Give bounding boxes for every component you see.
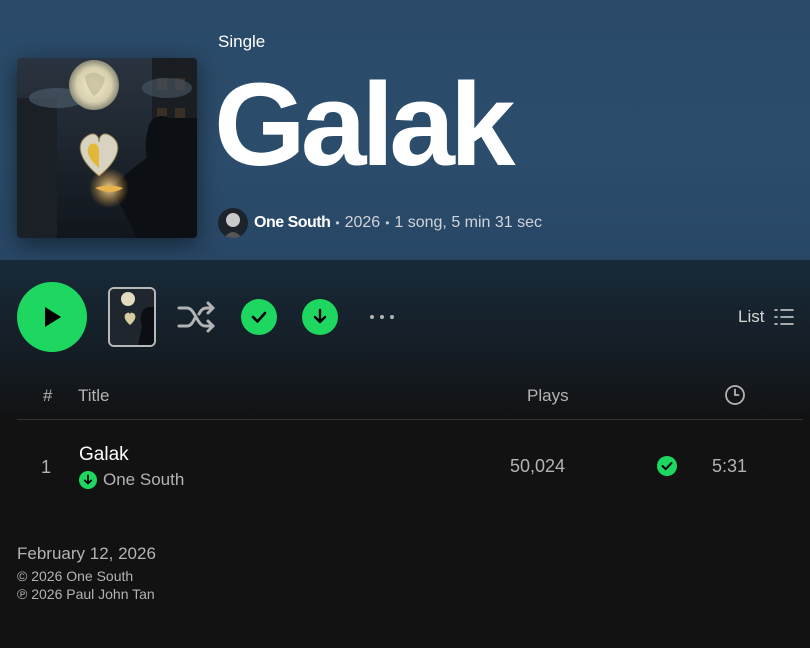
column-title: Title (78, 386, 110, 405)
album-title: Galak (214, 59, 515, 191)
album-meta: One South • 2026 • 1 song, 5 min 31 sec (218, 208, 542, 238)
action-bar: List (0, 280, 810, 356)
track-artist[interactable]: One South (103, 470, 184, 490)
separator-dot: • (385, 216, 390, 230)
artist-avatar[interactable] (218, 208, 248, 238)
view-toggle-button[interactable]: List (738, 304, 795, 330)
more-options-button[interactable] (362, 302, 402, 332)
track-plays: 50,024 (510, 456, 566, 476)
more-icon-dot (390, 315, 394, 319)
column-plays: Plays (527, 386, 569, 405)
tracklist-header: # Title Plays (17, 380, 803, 420)
track-artist-row: One South (79, 470, 184, 490)
album-summary: 1 song, 5 min 31 sec (394, 214, 543, 231)
release-type-label: Single (218, 32, 266, 51)
table-row[interactable]: 1 Galak One South 50,024 5:31 (17, 440, 803, 496)
phonographic-copyright-line: ℗ 2026 Paul John Tan (17, 586, 155, 602)
play-button[interactable] (17, 282, 87, 352)
column-number: # (43, 386, 53, 405)
clock-icon (725, 385, 745, 405)
artist-link[interactable]: One South (254, 214, 331, 232)
saved-to-library-button[interactable] (241, 299, 277, 335)
saved-check-icon[interactable] (657, 456, 677, 481)
download-button[interactable] (302, 299, 338, 335)
list-view-icon (774, 309, 795, 325)
downloaded-icon (79, 471, 97, 489)
more-icon-dot (380, 315, 384, 319)
queue-preview-thumbnail[interactable] (108, 287, 156, 347)
play-icon (45, 307, 61, 327)
more-icon-dot (370, 315, 374, 319)
release-date: February 12, 2026 (17, 544, 156, 563)
view-toggle-label: List (738, 307, 765, 326)
track-number: 1 (41, 457, 52, 477)
track-duration: 5:31 (712, 456, 748, 476)
release-year: 2026 (344, 214, 381, 231)
track-title[interactable]: Galak (79, 444, 129, 466)
separator-dot: • (335, 216, 340, 230)
album-cover-art (17, 58, 197, 238)
shuffle-icon[interactable] (177, 300, 217, 334)
copyright-line: © 2026 One South (17, 568, 134, 584)
release-footer: February 12, 2026 © 2026 One South ℗ 202… (17, 544, 156, 602)
download-arrow-icon (313, 308, 327, 324)
check-icon (251, 311, 267, 323)
